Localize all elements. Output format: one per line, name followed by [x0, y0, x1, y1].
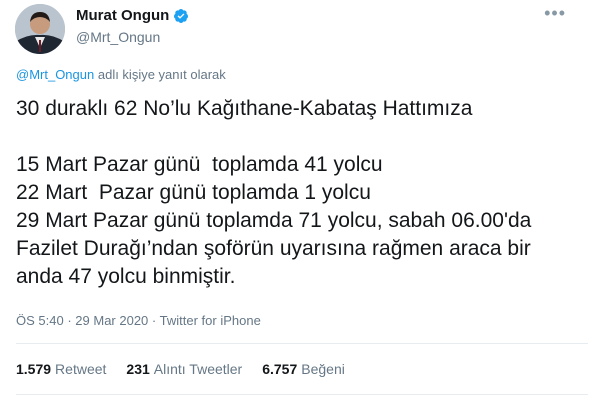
more-options-icon[interactable]: ••• — [544, 3, 566, 24]
likes-label: Beğeni — [301, 361, 345, 377]
avatar[interactable] — [15, 4, 65, 54]
author-handle[interactable]: @Mrt_Ongun — [76, 29, 160, 45]
engagement-stats: 1.579 Retweet 231 Alıntı Tweetler 6.757 Beğ… — [16, 361, 345, 377]
author-name-row[interactable]: Murat Ongun — [76, 7, 189, 24]
quotes-count: 231 — [126, 361, 150, 377]
tweet-source[interactable]: Twitter for iPhone — [160, 313, 261, 328]
tweet-line: 15 Mart Pazar günü toplamda 41 yolcu — [16, 153, 383, 176]
tweet-line: 22 Mart Pazar günü toplamda 1 yolcu — [16, 181, 371, 204]
reply-mention-link[interactable]: @Mrt_Ongun — [16, 67, 94, 82]
author-name[interactable]: Murat Ongun — [76, 7, 169, 24]
tweet-line — [16, 123, 596, 151]
divider — [16, 394, 588, 395]
retweets-stat[interactable]: 1.579 Retweet — [16, 361, 106, 377]
retweets-count: 1.579 — [16, 361, 52, 377]
divider — [16, 343, 588, 344]
tweet-line: anda 47 yolcu binmiştir. — [16, 265, 236, 288]
tweet-meta: ÖS 5:40 · 29 Mar 2020 · Twitter for iPho… — [16, 313, 261, 328]
reply-suffix: adlı kişiye yanıt olarak — [97, 67, 226, 82]
quotes-label: Alıntı Tweetler — [153, 361, 243, 377]
tweet-line: Fazilet Durağı’ndan şoförün uyarısına ra… — [16, 237, 531, 260]
quotes-stat[interactable]: 231 Alıntı Tweetler — [126, 361, 242, 377]
tweet-time[interactable]: ÖS 5:40 — [16, 313, 64, 328]
tweet-line: 30 duraklı 62 No’lu Kağıthane-Kabataş Ha… — [16, 97, 473, 120]
tweet-line: 29 Mart Pazar günü toplamda 71 yolcu, sa… — [16, 209, 532, 232]
tweet-text: 30 duraklı 62 No’lu Kağıthane-Kabataş Ha… — [16, 95, 596, 291]
likes-count: 6.757 — [262, 361, 298, 377]
reply-context: @Mrt_Ongun adlı kişiye yanıt olarak — [16, 67, 226, 82]
avatar-image — [15, 4, 65, 54]
verified-badge-icon — [173, 8, 189, 24]
meta-separator: · — [151, 313, 157, 328]
likes-stat[interactable]: 6.757 Beğeni — [262, 361, 345, 377]
tweet-date[interactable]: 29 Mar 2020 — [75, 313, 148, 328]
retweets-label: Retweet — [55, 361, 107, 377]
meta-separator: · — [67, 313, 72, 328]
